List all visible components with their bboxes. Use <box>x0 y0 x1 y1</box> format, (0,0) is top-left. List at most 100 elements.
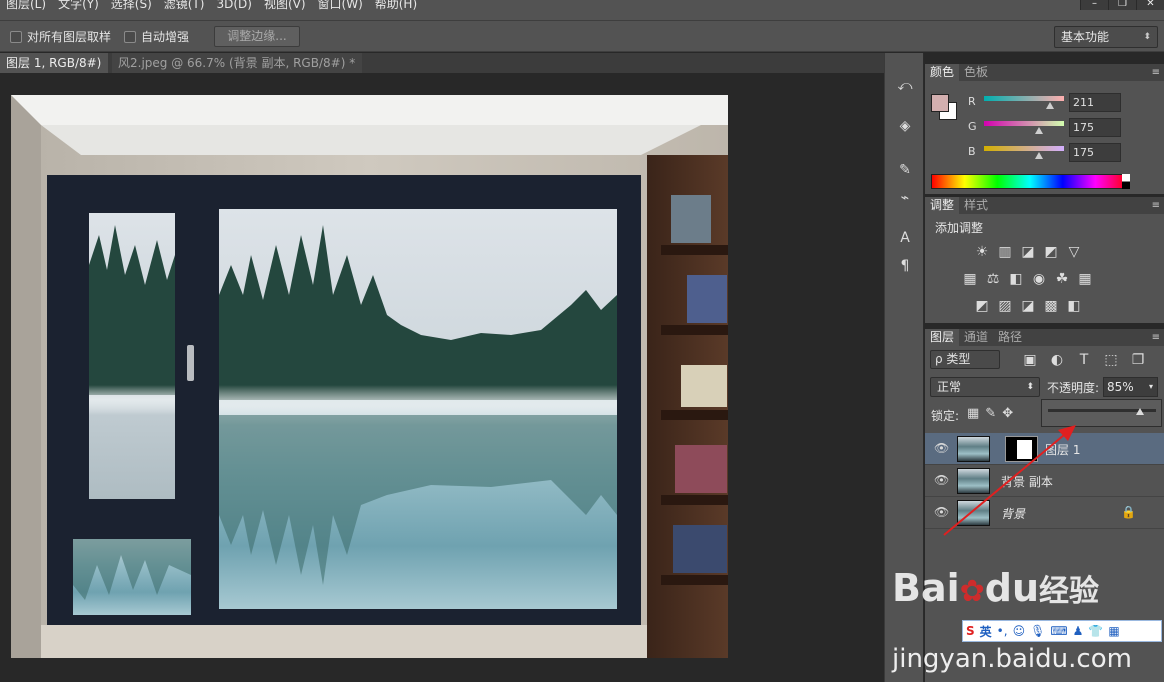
tab-adjustments[interactable]: 调整 <box>925 197 960 214</box>
channel-mixer-icon[interactable]: ☘ <box>1053 270 1071 288</box>
tab-layers[interactable]: 图层 <box>925 329 960 346</box>
levels-icon[interactable]: ▥ <box>996 243 1014 261</box>
user-icon[interactable]: ♟ <box>1073 624 1084 638</box>
channel-r-ramp[interactable] <box>984 96 1064 101</box>
menu-filter[interactable]: 滤镜(T) <box>158 0 211 12</box>
channel-b-thumb[interactable] <box>1034 152 1043 159</box>
brush-icon[interactable]: ⌁ <box>893 187 917 209</box>
grid-icon[interactable]: ▦ <box>1108 624 1119 638</box>
smart-object-filter-icon[interactable]: ❐ <box>1129 351 1147 369</box>
canvas-area[interactable] <box>0 73 884 682</box>
adjustments-tabs: 调整 样式 ≡ <box>925 197 1164 214</box>
panel-menu-icon[interactable]: ≡ <box>1152 197 1160 214</box>
adjustments-panel: 调整 样式 ≡ 添加调整 ☀ ▥ ◪ ◩ ▽ ▦ ⚖ ◧ ◉ ☘ ▦ ◩ ▨ ◪… <box>925 197 1164 323</box>
exposure-icon[interactable]: ◩ <box>1042 243 1060 261</box>
channel-r-value[interactable]: 211 <box>1069 93 1121 112</box>
document-canvas[interactable] <box>11 95 728 658</box>
photo-filter-icon[interactable]: ◉ <box>1030 270 1048 288</box>
blend-mode-select[interactable]: 正常 ⬍ <box>930 377 1040 397</box>
ime-mode[interactable]: 英 <box>980 623 992 640</box>
panel-menu-icon[interactable]: ≡ <box>1152 64 1160 81</box>
posterize-icon[interactable]: ▨ <box>996 297 1014 315</box>
vibrance-icon[interactable]: ▽ <box>1065 243 1083 261</box>
channel-g-ramp[interactable] <box>984 121 1064 126</box>
tab-swatches[interactable]: 色板 <box>959 64 993 81</box>
restore-button[interactable]: ❐ <box>1108 0 1136 10</box>
channel-b-label: B <box>968 145 976 158</box>
auto-enhance-checkbox[interactable] <box>124 30 136 43</box>
channel-g-thumb[interactable] <box>1034 127 1043 134</box>
gradient-map-icon[interactable]: ◧ <box>1065 297 1083 315</box>
shape-filter-icon[interactable]: ⬚ <box>1102 351 1120 369</box>
punctuation-icon[interactable]: •, <box>997 624 1008 638</box>
type-filter-icon[interactable]: T <box>1075 351 1093 369</box>
window-controls: – ❐ ✕ <box>1080 0 1164 10</box>
threshold-icon[interactable]: ◪ <box>1019 297 1037 315</box>
opacity-field[interactable]: 85% ▾ <box>1103 377 1158 397</box>
color-balance-icon[interactable]: ⚖ <box>984 270 1002 288</box>
menu-select[interactable]: 选择(S) <box>105 0 158 12</box>
minimize-button[interactable]: – <box>1080 0 1108 10</box>
history-icon[interactable]: ⤺ <box>893 75 917 97</box>
menu-layer[interactable]: 图层(L) <box>0 0 52 12</box>
layer-filter-select[interactable]: ρ 类型 <box>930 350 1000 369</box>
keyboard-icon[interactable]: ⌨ <box>1050 624 1067 638</box>
tab-paths[interactable]: 路径 <box>993 329 1027 346</box>
blend-mode-label: 正常 <box>937 380 962 394</box>
menu-help[interactable]: 帮助(H) <box>369 0 423 12</box>
channel-g-label: G <box>968 120 977 133</box>
panel-menu-icon[interactable]: ≡ <box>1152 329 1160 346</box>
invert-icon[interactable]: ◩ <box>973 297 991 315</box>
paragraph-icon[interactable]: ¶ <box>893 255 917 277</box>
color-lookup-icon[interactable]: ▦ <box>1076 270 1094 288</box>
tab-styles[interactable]: 样式 <box>959 197 993 214</box>
chevron-updown-icon: ⬍ <box>1143 32 1151 42</box>
auto-enhance-label: 自动增强 <box>141 30 190 44</box>
tab-channels[interactable]: 通道 <box>959 329 993 346</box>
workspace-label: 基本功能 <box>1061 30 1110 44</box>
curves-icon[interactable]: ◪ <box>1019 243 1037 261</box>
menu-view[interactable]: 视图(V) <box>258 0 312 12</box>
doc-tab-active[interactable]: 图层 1, RGB/8#) * <box>0 53 108 90</box>
pixel-filter-icon[interactable]: ▣ <box>1021 351 1039 369</box>
refine-edge-button[interactable]: 调整边缘... <box>214 26 300 47</box>
character-icon[interactable]: A <box>893 227 917 249</box>
sample-all-layers-checkbox[interactable] <box>10 30 22 43</box>
auto-enhance-option[interactable]: 自动增强 <box>124 28 189 45</box>
close-button[interactable]: ✕ <box>1136 0 1164 10</box>
color-spectrum-bar[interactable] <box>931 174 1129 189</box>
3d-icon[interactable]: ◈ <box>893 115 917 137</box>
layer-filter-icons: ▣ ◐ T ⬚ ❐ <box>1021 351 1147 369</box>
doc-tab-feng2[interactable]: 风2.jpeg @ 66.7% (背景 副本, RGB/8#) * × <box>112 53 362 90</box>
brush-presets-icon[interactable]: ✎ <box>893 159 917 181</box>
hue-saturation-icon[interactable]: ▦ <box>961 270 979 288</box>
adjustment-filter-icon[interactable]: ◐ <box>1048 351 1066 369</box>
menu-3d[interactable]: 3D(D) <box>210 0 257 12</box>
sample-all-layers-label: 对所有图层取样 <box>27 30 112 44</box>
sogou-icon[interactable]: S <box>966 624 975 638</box>
chevron-down-icon[interactable]: ▾ <box>1149 378 1153 396</box>
ime-toolbar[interactable]: S 英 •, ☺ 🎙 ⌨ ♟ 👕 ▦ <box>962 620 1162 642</box>
workspace-select[interactable]: 基本功能 ⬍ <box>1054 26 1158 48</box>
emoji-icon[interactable]: ☺ <box>1013 624 1026 638</box>
microphone-icon[interactable]: 🎙 <box>1030 624 1045 638</box>
spectrum-black-white[interactable] <box>1122 174 1130 189</box>
channel-g-value[interactable]: 175 <box>1069 118 1121 137</box>
menu-type[interactable]: 文字(Y) <box>52 0 105 12</box>
layer-filter-label: ρ 类型 <box>935 352 971 366</box>
sample-all-layers-option[interactable]: 对所有图层取样 <box>10 28 111 45</box>
adjustment-row-3: ◩ ▨ ◪ ▩ ◧ <box>973 297 1083 315</box>
channel-r-thumb[interactable] <box>1046 102 1055 109</box>
channel-b-value[interactable]: 175 <box>1069 143 1121 162</box>
color-panel-tabs: 颜色 色板 ≡ <box>925 64 1164 81</box>
options-bar: 对所有图层取样 自动增强 调整边缘... 基本功能 ⬍ <box>0 20 1164 52</box>
menu-window[interactable]: 窗口(W) <box>312 0 369 12</box>
opacity-label: 不透明度: <box>1047 381 1100 395</box>
brightness-contrast-icon[interactable]: ☀ <box>973 243 991 261</box>
black-white-icon[interactable]: ◧ <box>1007 270 1025 288</box>
skin-icon[interactable]: 👕 <box>1088 624 1103 638</box>
tab-color[interactable]: 颜色 <box>925 64 960 81</box>
channel-b-ramp[interactable] <box>984 146 1064 151</box>
opacity-slider-thumb[interactable] <box>1135 408 1144 415</box>
selective-color-icon[interactable]: ▩ <box>1042 297 1060 315</box>
